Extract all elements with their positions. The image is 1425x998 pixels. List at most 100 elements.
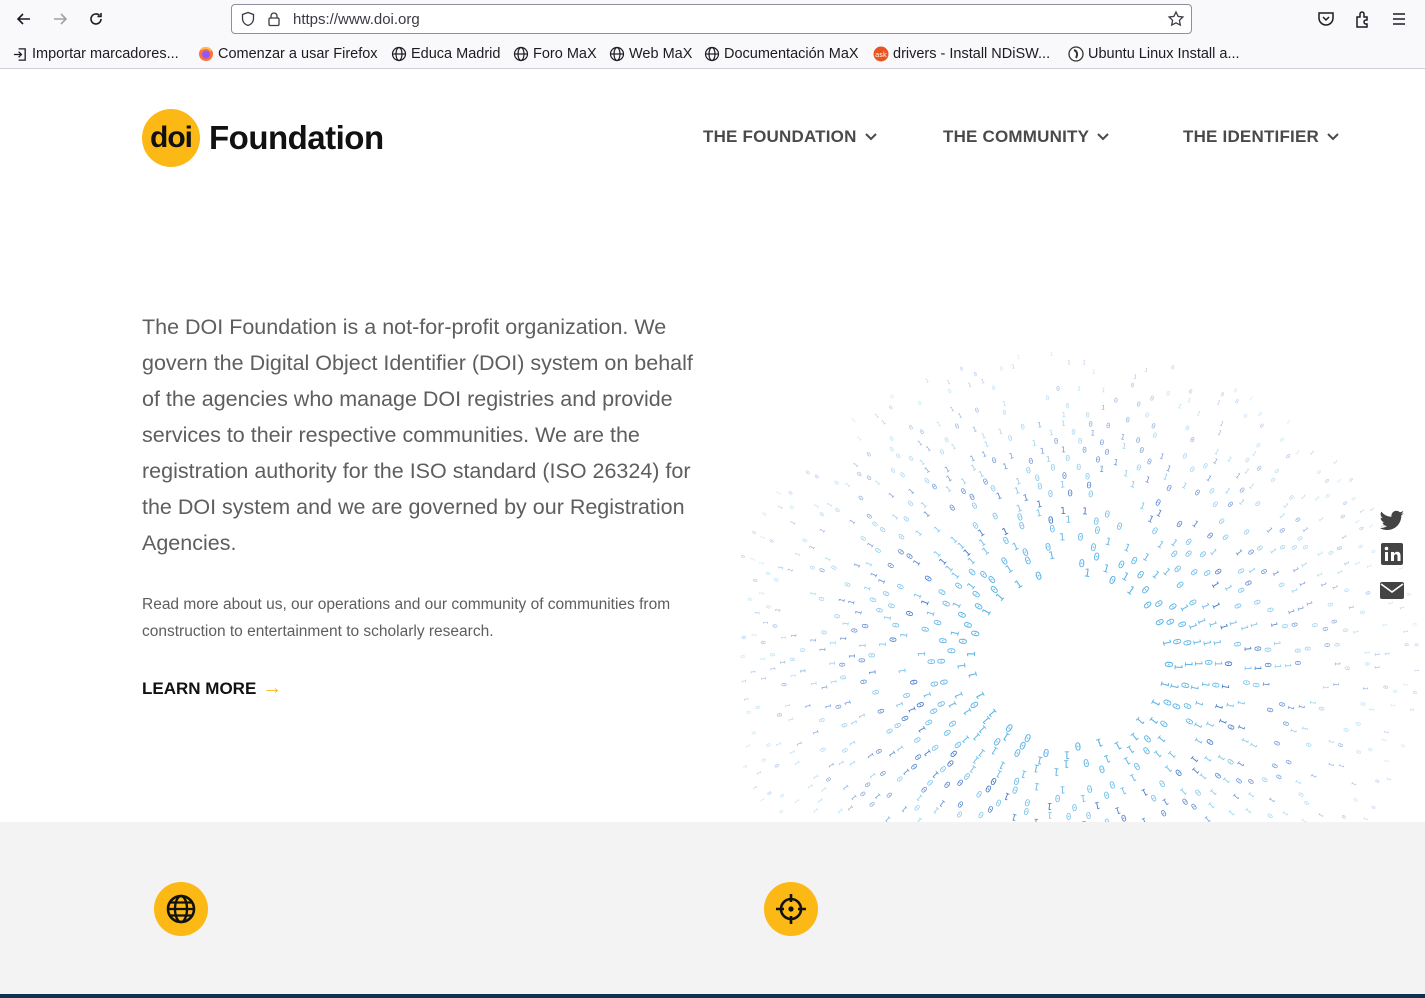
binary-digit: 0 xyxy=(917,400,923,407)
binary-digit: 1 xyxy=(897,667,909,674)
bookmark-item[interactable]: Foro MaX xyxy=(513,44,597,64)
binary-digit: 1 xyxy=(750,670,757,674)
binary-digit: 0 xyxy=(1189,436,1196,445)
binary-digit: 0 xyxy=(1349,496,1356,503)
extensions-icon[interactable] xyxy=(1353,9,1373,29)
nav-the-foundation[interactable]: THE FOUNDATION xyxy=(703,127,877,147)
bookmark-item[interactable]: Educa Madrid xyxy=(391,44,500,64)
binary-digit: 1 xyxy=(849,793,859,802)
binary-digit: 1 xyxy=(1368,507,1375,513)
binary-digit: 0 xyxy=(1276,581,1287,589)
binary-digit: 1 xyxy=(1216,429,1223,438)
binary-digit: 0 xyxy=(974,787,984,799)
binary-digit: 1 xyxy=(1291,566,1301,574)
binary-digit: 0 xyxy=(1341,501,1348,508)
url-text[interactable]: https://www.doi.org xyxy=(293,11,420,28)
binary-digit: 1 xyxy=(949,405,956,414)
binary-digit: 1 xyxy=(1295,605,1305,612)
binary-digit: 1 xyxy=(980,449,988,459)
binary-digit: 1 xyxy=(853,609,864,616)
binary-digit: 0 xyxy=(1339,813,1346,820)
menu-icon[interactable] xyxy=(1389,9,1409,29)
binary-digit: 0 xyxy=(1263,706,1274,714)
address-bar[interactable]: https://www.doi.org xyxy=(231,4,1192,34)
binary-digit: 0 xyxy=(1028,456,1035,467)
binary-digit: 1 xyxy=(1315,550,1324,557)
bookmark-label: drivers - Install NDiSW... xyxy=(893,46,1051,62)
bookmark-item[interactable]: Documentación MaX xyxy=(704,44,859,64)
bookmark-item[interactable]: Web MaX xyxy=(609,44,692,64)
forward-button[interactable] xyxy=(46,5,74,33)
binary-digit: 1 xyxy=(848,719,859,727)
binary-digit: 1 xyxy=(862,584,873,592)
globe-icon xyxy=(166,894,196,924)
email-icon[interactable] xyxy=(1377,577,1407,605)
binary-digit: 0 xyxy=(875,607,886,615)
binary-digit: 1 xyxy=(1373,665,1381,669)
web-page: doi Foundation THE FOUNDATION THE COMMUN… xyxy=(0,69,1425,998)
binary-digit: 0 xyxy=(989,484,998,495)
binary-digit: 1 xyxy=(922,690,934,699)
binary-digit: 1 xyxy=(788,749,797,756)
shield-icon[interactable] xyxy=(240,11,256,27)
binary-digit: 0 xyxy=(1336,742,1345,749)
binary-digit: 1 xyxy=(1140,552,1151,565)
binary-digit: 0 xyxy=(885,726,896,735)
back-button[interactable] xyxy=(10,5,38,33)
site-logo[interactable]: doi Foundation xyxy=(142,109,384,167)
bookmark-item[interactable]: Importar marcadores... xyxy=(13,44,179,64)
binary-digit: 0 xyxy=(1204,531,1215,542)
binary-digit: 1 xyxy=(1192,735,1204,746)
binary-digit: 1 xyxy=(809,681,818,687)
linkedin-icon[interactable] xyxy=(1377,541,1407,569)
binary-digit: 0 xyxy=(878,525,888,534)
learn-more-label: LEARN MORE xyxy=(142,678,257,698)
binary-digit: 0 xyxy=(1411,690,1417,694)
binary-digit: 1 xyxy=(1321,684,1330,690)
binary-digit: 0 xyxy=(849,627,860,633)
bookmark-item[interactable]: Comenzar a usar Firefox xyxy=(198,44,378,64)
bookmark-item[interactable]: ask drivers - Install NDiSW... xyxy=(873,44,1050,64)
binary-digit: 1 xyxy=(1242,665,1253,671)
binary-digit: 0 xyxy=(1234,567,1245,577)
binary-digit: 0 xyxy=(1363,590,1372,596)
binary-digit: 1 xyxy=(808,544,817,551)
binary-digit: 1 xyxy=(1289,587,1299,595)
nav-the-community[interactable]: THE COMMUNITY xyxy=(943,127,1109,147)
binary-digit: 1 xyxy=(1225,455,1233,464)
reload-button[interactable] xyxy=(82,5,110,33)
binary-digit: 0 xyxy=(1105,421,1111,431)
binary-digit: 0 xyxy=(986,803,995,814)
learn-more-link[interactable]: LEARN MORE → xyxy=(142,677,282,700)
binary-digit: 0 xyxy=(1251,598,1262,606)
bookmark-star-icon[interactable] xyxy=(1167,10,1185,28)
binary-digit: 0 xyxy=(1074,739,1082,753)
binary-digit: 0 xyxy=(929,706,942,716)
binary-digit: 0 xyxy=(1343,666,1351,670)
binary-digit: 0 xyxy=(1325,601,1335,607)
binary-digit: 0 xyxy=(1181,451,1189,461)
binary-digit: 0 xyxy=(817,716,827,723)
binary-digit: 0 xyxy=(1135,462,1143,473)
lock-icon[interactable] xyxy=(266,11,282,27)
binary-digit: 0 xyxy=(1071,428,1076,437)
binary-digit: 1 xyxy=(1331,460,1338,466)
binary-digit: 0 xyxy=(1242,579,1253,588)
binary-digit: 0 xyxy=(868,653,878,658)
binary-digit: 1 xyxy=(1060,480,1066,490)
binary-digit: 1 xyxy=(1304,600,1314,607)
bookmark-label: Foro MaX xyxy=(533,46,597,62)
binary-digit: 1 xyxy=(1209,601,1221,611)
binary-digit: 1 xyxy=(1053,765,1060,777)
bookmark-item[interactable]: Ubuntu Linux Install a... xyxy=(1068,44,1240,64)
twitter-icon[interactable] xyxy=(1377,507,1407,535)
binary-digit: 0 xyxy=(1277,526,1287,535)
pocket-icon[interactable] xyxy=(1316,9,1336,29)
binary-digit: 0 xyxy=(1255,464,1263,473)
binary-digit: 0 xyxy=(1326,549,1335,556)
nav-the-identifier[interactable]: THE IDENTIFIER xyxy=(1183,127,1339,147)
binary-digit: 0 xyxy=(1203,736,1215,747)
binary-digit: 1 xyxy=(969,463,977,473)
binary-digit: 0 xyxy=(1323,493,1331,500)
binary-digit: 0 xyxy=(1047,515,1054,527)
